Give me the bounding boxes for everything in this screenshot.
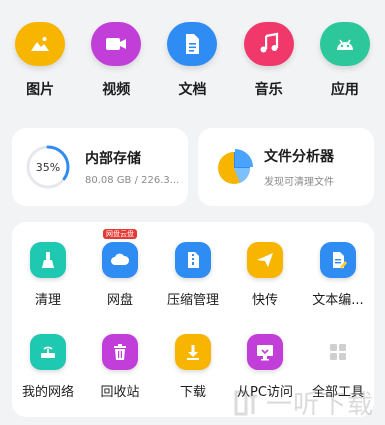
tool-label: 网盘 [106, 293, 133, 308]
grid-icon [320, 334, 356, 370]
category-row: 图片 视频 文档 音乐 应用 [0, 22, 385, 102]
tool-compress[interactable]: 压缩管理 [157, 242, 229, 308]
android-icon [319, 22, 370, 66]
document-icon [167, 22, 218, 66]
broom-icon [30, 242, 66, 278]
category-apps[interactable]: 应用 [315, 22, 375, 102]
storage-percent: 35% [35, 160, 61, 174]
tool-label: 快传 [251, 293, 278, 308]
analyzer-title: 文件分析器 [264, 149, 334, 165]
internal-storage-card[interactable]: 35% 内部存储 80.08 GB / 226.3... [12, 128, 188, 206]
router-icon [30, 334, 66, 370]
storage-title: 内部存储 [85, 151, 141, 167]
paper-plane-icon [247, 242, 283, 278]
cloud-drive-icon: 网盘云盘 [102, 229, 138, 278]
text-edit-icon [320, 242, 356, 278]
category-label: 图片 [26, 82, 55, 98]
category-documents[interactable]: 文档 [162, 22, 222, 102]
tool-all-tools[interactable]: 全部工具 [302, 334, 374, 400]
tool-clean[interactable]: 清理 [12, 242, 84, 308]
tool-label: 回收站 [100, 385, 140, 400]
image-icon [15, 22, 66, 66]
cloud-drive-badge: 网盘云盘 [103, 229, 137, 239]
file-manager-home: 图片 视频 文档 音乐 应用 35% 内部存储 80.08 GB / 226.3… [0, 0, 385, 425]
storage-usage-ring: 35% [25, 144, 71, 190]
category-label: 视频 [102, 82, 131, 98]
tool-label: 清理 [34, 293, 61, 308]
tool-label: 下载 [179, 385, 206, 400]
tools-panel: 清理 网盘云盘 网盘 压缩管理 快传 文本编... 我的网络 回收站 下载 从P… [12, 222, 374, 417]
analyzer-subtitle: 发现可清理文件 [264, 177, 334, 188]
tool-label: 压缩管理 [166, 293, 219, 308]
tool-label: 全部工具 [311, 385, 364, 400]
tool-label: 我的网络 [21, 385, 74, 400]
tool-label: 文本编... [312, 293, 364, 308]
category-label: 应用 [330, 82, 359, 98]
video-icon [91, 22, 142, 66]
tool-cloud-drive[interactable]: 网盘云盘 网盘 [84, 229, 156, 308]
category-label: 音乐 [254, 82, 283, 98]
zip-icon [175, 242, 211, 278]
tool-text-editor[interactable]: 文本编... [302, 242, 374, 308]
category-music[interactable]: 音乐 [239, 22, 299, 102]
tool-download[interactable]: 下载 [157, 334, 229, 400]
category-videos[interactable]: 视频 [86, 22, 146, 102]
tool-pc-access[interactable]: 从PC访问 [229, 334, 301, 400]
tool-recycle-bin[interactable]: 回收站 [84, 334, 156, 400]
pie-chart-icon [218, 149, 253, 184]
pc-access-icon [247, 334, 283, 370]
trash-icon [102, 334, 138, 370]
tool-quick-transfer[interactable]: 快传 [229, 242, 301, 308]
file-analyzer-card[interactable]: 文件分析器 发现可清理文件 [198, 128, 374, 206]
download-icon [175, 334, 211, 370]
category-images[interactable]: 图片 [10, 22, 70, 102]
music-icon [243, 22, 294, 66]
tool-my-network[interactable]: 我的网络 [12, 334, 84, 400]
tool-label: 从PC访问 [237, 385, 293, 400]
category-label: 文档 [178, 82, 207, 98]
storage-usage: 80.08 GB / 226.3... [85, 175, 180, 186]
